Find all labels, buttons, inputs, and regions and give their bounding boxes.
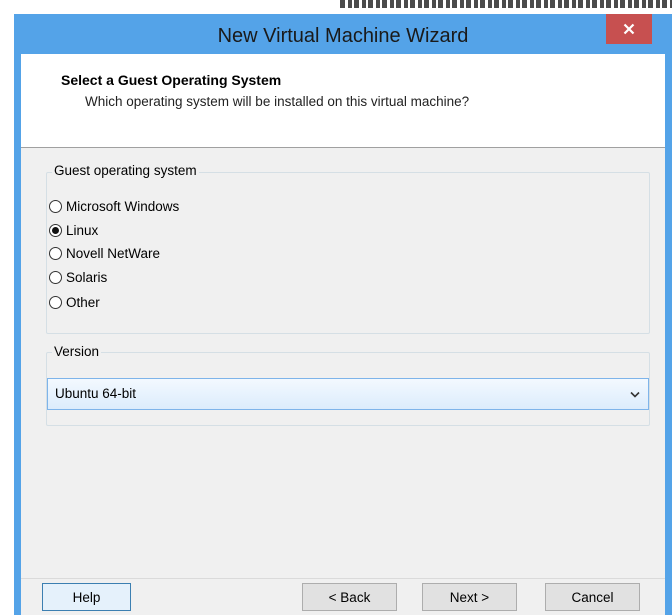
chevron-down-icon <box>630 379 640 409</box>
dialog-body: Select a Guest Operating System Which op… <box>21 54 665 615</box>
radio-selected-dot <box>52 226 59 234</box>
radio-label: Linux <box>66 222 99 238</box>
radio-label: Solaris <box>66 269 108 285</box>
radio-label: Novell NetWare <box>66 245 161 261</box>
radio-solaris[interactable]: Solaris <box>49 267 107 287</box>
radio-label: Microsoft Windows <box>66 198 180 214</box>
close-button[interactable] <box>606 14 652 44</box>
version-group-label: Version <box>52 344 102 359</box>
radio-novell-netware[interactable]: Novell NetWare <box>49 243 160 263</box>
next-button[interactable]: Next > <box>422 583 517 611</box>
help-button[interactable]: Help <box>42 583 131 611</box>
radio-button[interactable] <box>49 295 62 309</box>
close-icon <box>623 23 635 35</box>
radio-linux[interactable]: Linux <box>49 220 98 240</box>
page-subtitle: Which operating system will be installed… <box>85 94 470 109</box>
radio-button[interactable] <box>49 270 62 284</box>
background-content-fragment <box>340 0 672 8</box>
radio-microsoft-windows[interactable]: Microsoft Windows <box>49 196 179 216</box>
wizard-window: New Virtual Machine Wizard Select a Gues… <box>14 14 672 615</box>
header-panel: Select a Guest Operating System Which op… <box>21 54 665 148</box>
title-bar[interactable]: New Virtual Machine Wizard <box>14 14 672 54</box>
radio-button[interactable] <box>49 246 62 260</box>
cancel-button[interactable]: Cancel <box>545 583 640 611</box>
radio-other[interactable]: Other <box>49 292 100 312</box>
radio-label: Other <box>66 294 100 310</box>
version-selected-value: Ubuntu 64-bit <box>55 386 137 401</box>
radio-button[interactable] <box>49 199 62 213</box>
page-title: Select a Guest Operating System <box>61 72 282 88</box>
version-dropdown[interactable]: Ubuntu 64-bit <box>47 378 649 410</box>
window-title: New Virtual Machine Wizard <box>217 25 469 47</box>
back-button[interactable]: < Back <box>302 583 397 611</box>
guest-os-group-label: Guest operating system <box>52 163 199 178</box>
radio-button-selected[interactable] <box>49 223 62 237</box>
footer-divider <box>21 578 665 579</box>
